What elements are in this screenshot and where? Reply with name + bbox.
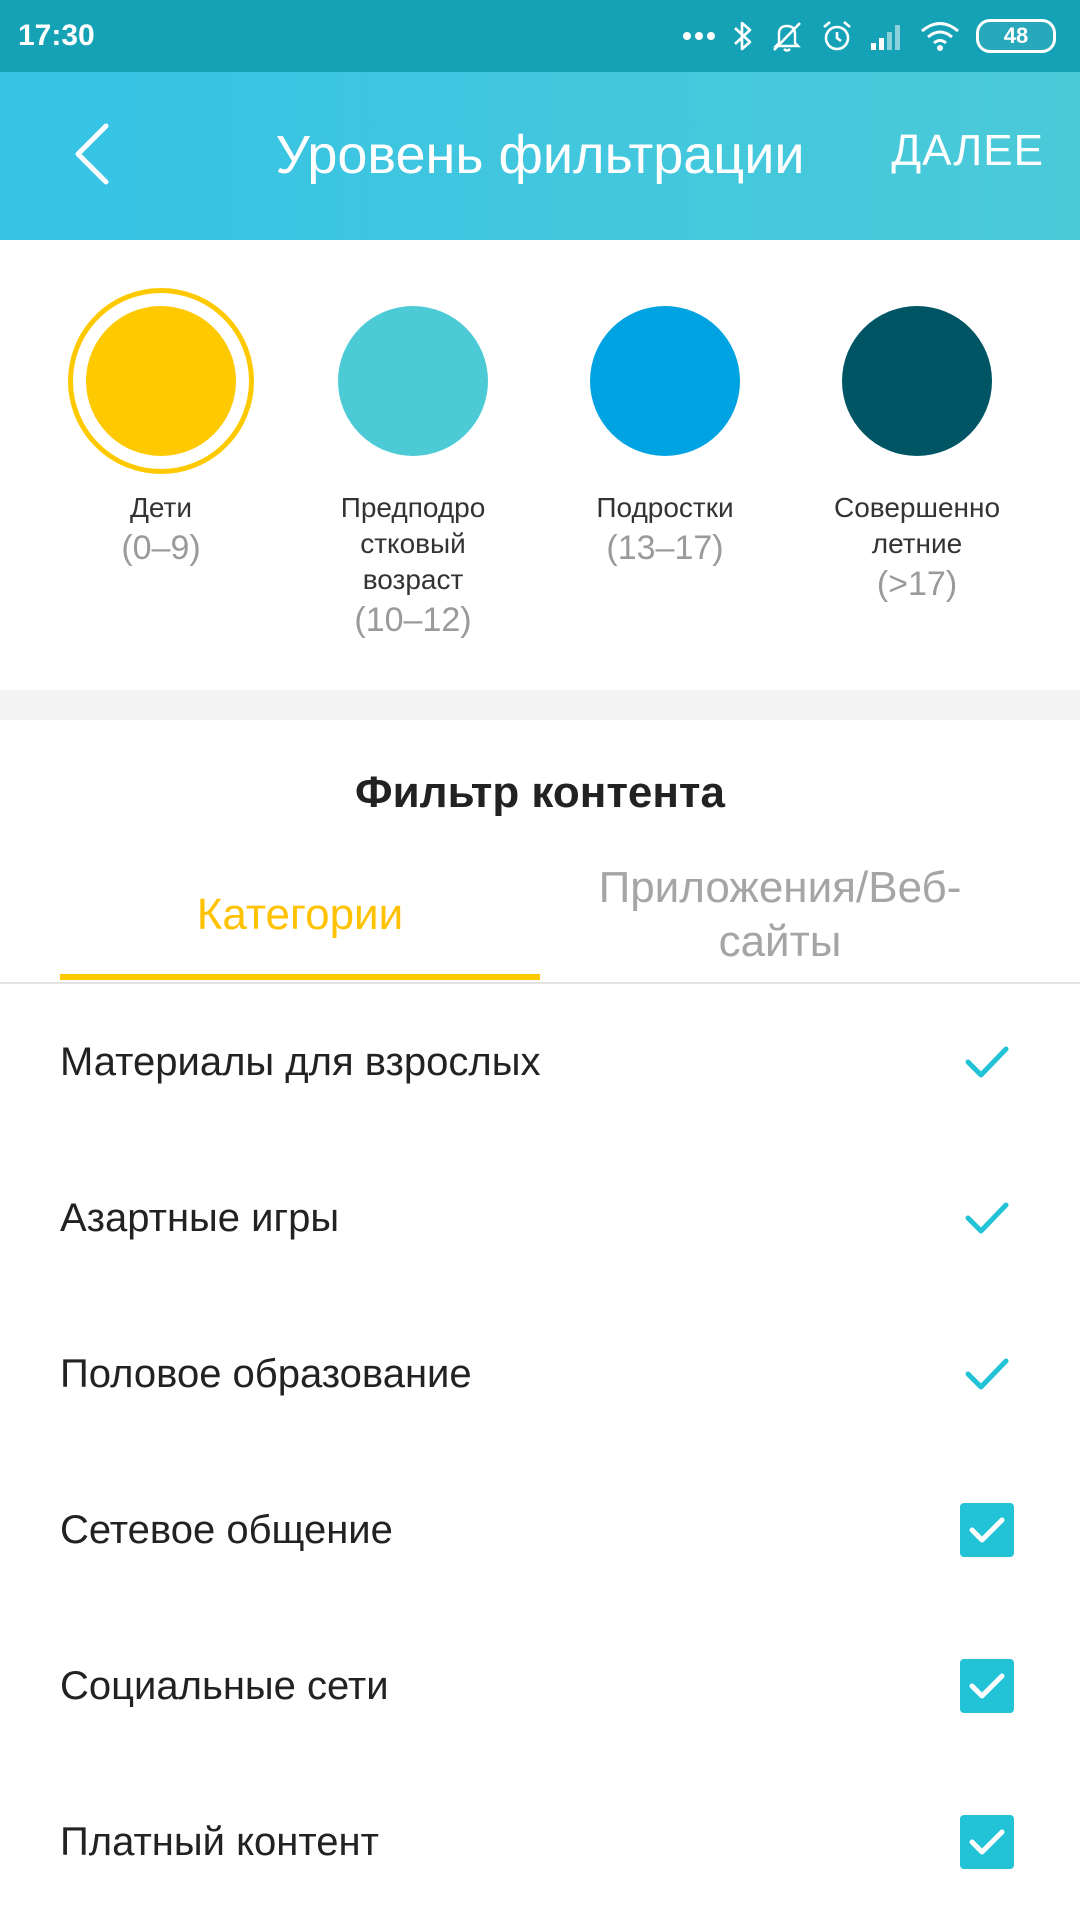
mute-bell-icon (770, 19, 804, 53)
level-range: (13–17) (606, 529, 724, 567)
chevron-left-icon (72, 122, 112, 191)
age-level-selector: Дети (0–9) Предподро стковый возраст (10… (0, 240, 1080, 690)
level-name: Совершенно летние (833, 492, 1001, 559)
list-item[interactable]: Сетевое общение (0, 1452, 1080, 1608)
category-label: Половое образование (60, 1352, 472, 1396)
checkbox-checked-icon[interactable] (960, 1815, 1014, 1869)
category-label: Материалы для взрослых (60, 1040, 541, 1084)
status-bar: 17:30 48 (0, 0, 1080, 72)
level-color-dot (86, 306, 236, 456)
age-level-teens[interactable]: Подростки (13–17) (555, 288, 775, 570)
check-icon (960, 1035, 1014, 1089)
status-icons: 48 (682, 19, 1056, 53)
status-time: 17:30 (18, 19, 95, 52)
active-tab-indicator (60, 974, 540, 980)
list-item[interactable]: Материалы для взрослых (0, 984, 1080, 1140)
age-level-adults[interactable]: Совершенно летние (>17) (807, 288, 1027, 606)
checkbox-checked-icon[interactable] (960, 1503, 1014, 1557)
category-label: Сетевое общение (60, 1508, 393, 1552)
level-color-dot (590, 306, 740, 456)
signal-icon (870, 21, 904, 51)
section-title: Фильтр контента (355, 768, 725, 817)
battery-icon: 48 (976, 19, 1056, 53)
filter-tabs: Категории Приложения/Веб-сайты (60, 850, 1020, 980)
next-button[interactable]: ДАЛЕЕ (891, 126, 1044, 176)
level-range: (>17) (876, 565, 958, 603)
level-circle (68, 288, 254, 474)
bluetooth-icon (732, 19, 754, 53)
tab-apps-websites[interactable]: Приложения/Веб-сайты (540, 850, 1020, 980)
check-icon (960, 1347, 1014, 1401)
content-filter-section: Фильтр контента Категории Приложения/Веб… (0, 720, 1080, 1920)
level-color-dot (338, 306, 488, 456)
app-bar: Уровень фильтрации ДАЛЕЕ (0, 72, 1080, 240)
category-label: Социальные сети (60, 1664, 389, 1708)
level-range: (10–12) (354, 601, 472, 639)
age-level-preteen[interactable]: Предподро стковый возраст (10–12) (303, 288, 523, 642)
wifi-icon (920, 21, 960, 51)
category-label: Платный контент (60, 1820, 379, 1864)
check-icon (960, 1191, 1014, 1245)
category-label: Азартные игры (60, 1196, 340, 1240)
back-button[interactable] (52, 116, 132, 196)
list-item[interactable]: Социальные сети (0, 1608, 1080, 1764)
list-item[interactable]: Платный контент (0, 1764, 1080, 1920)
more-dots-icon (682, 31, 716, 41)
level-circle (320, 288, 506, 474)
page-title: Уровень фильтрации (275, 125, 805, 185)
level-color-dot (842, 306, 992, 456)
level-name: Предподро стковый возраст (340, 492, 486, 595)
list-item[interactable]: Половое образование (0, 1296, 1080, 1452)
tab-categories[interactable]: Категории (60, 850, 540, 980)
list-item[interactable]: Азартные игры (0, 1140, 1080, 1296)
age-level-children[interactable]: Дети (0–9) (51, 288, 271, 570)
level-range: (0–9) (121, 529, 201, 567)
alarm-icon (820, 19, 854, 53)
level-name: Дети (129, 492, 193, 523)
category-list: Материалы для взрослых Азартные игры Пол… (0, 984, 1080, 1920)
level-name: Подростки (596, 492, 734, 523)
checkbox-checked-icon[interactable] (960, 1659, 1014, 1713)
section-divider (0, 690, 1080, 720)
level-circle (824, 288, 1010, 474)
level-circle (572, 288, 758, 474)
